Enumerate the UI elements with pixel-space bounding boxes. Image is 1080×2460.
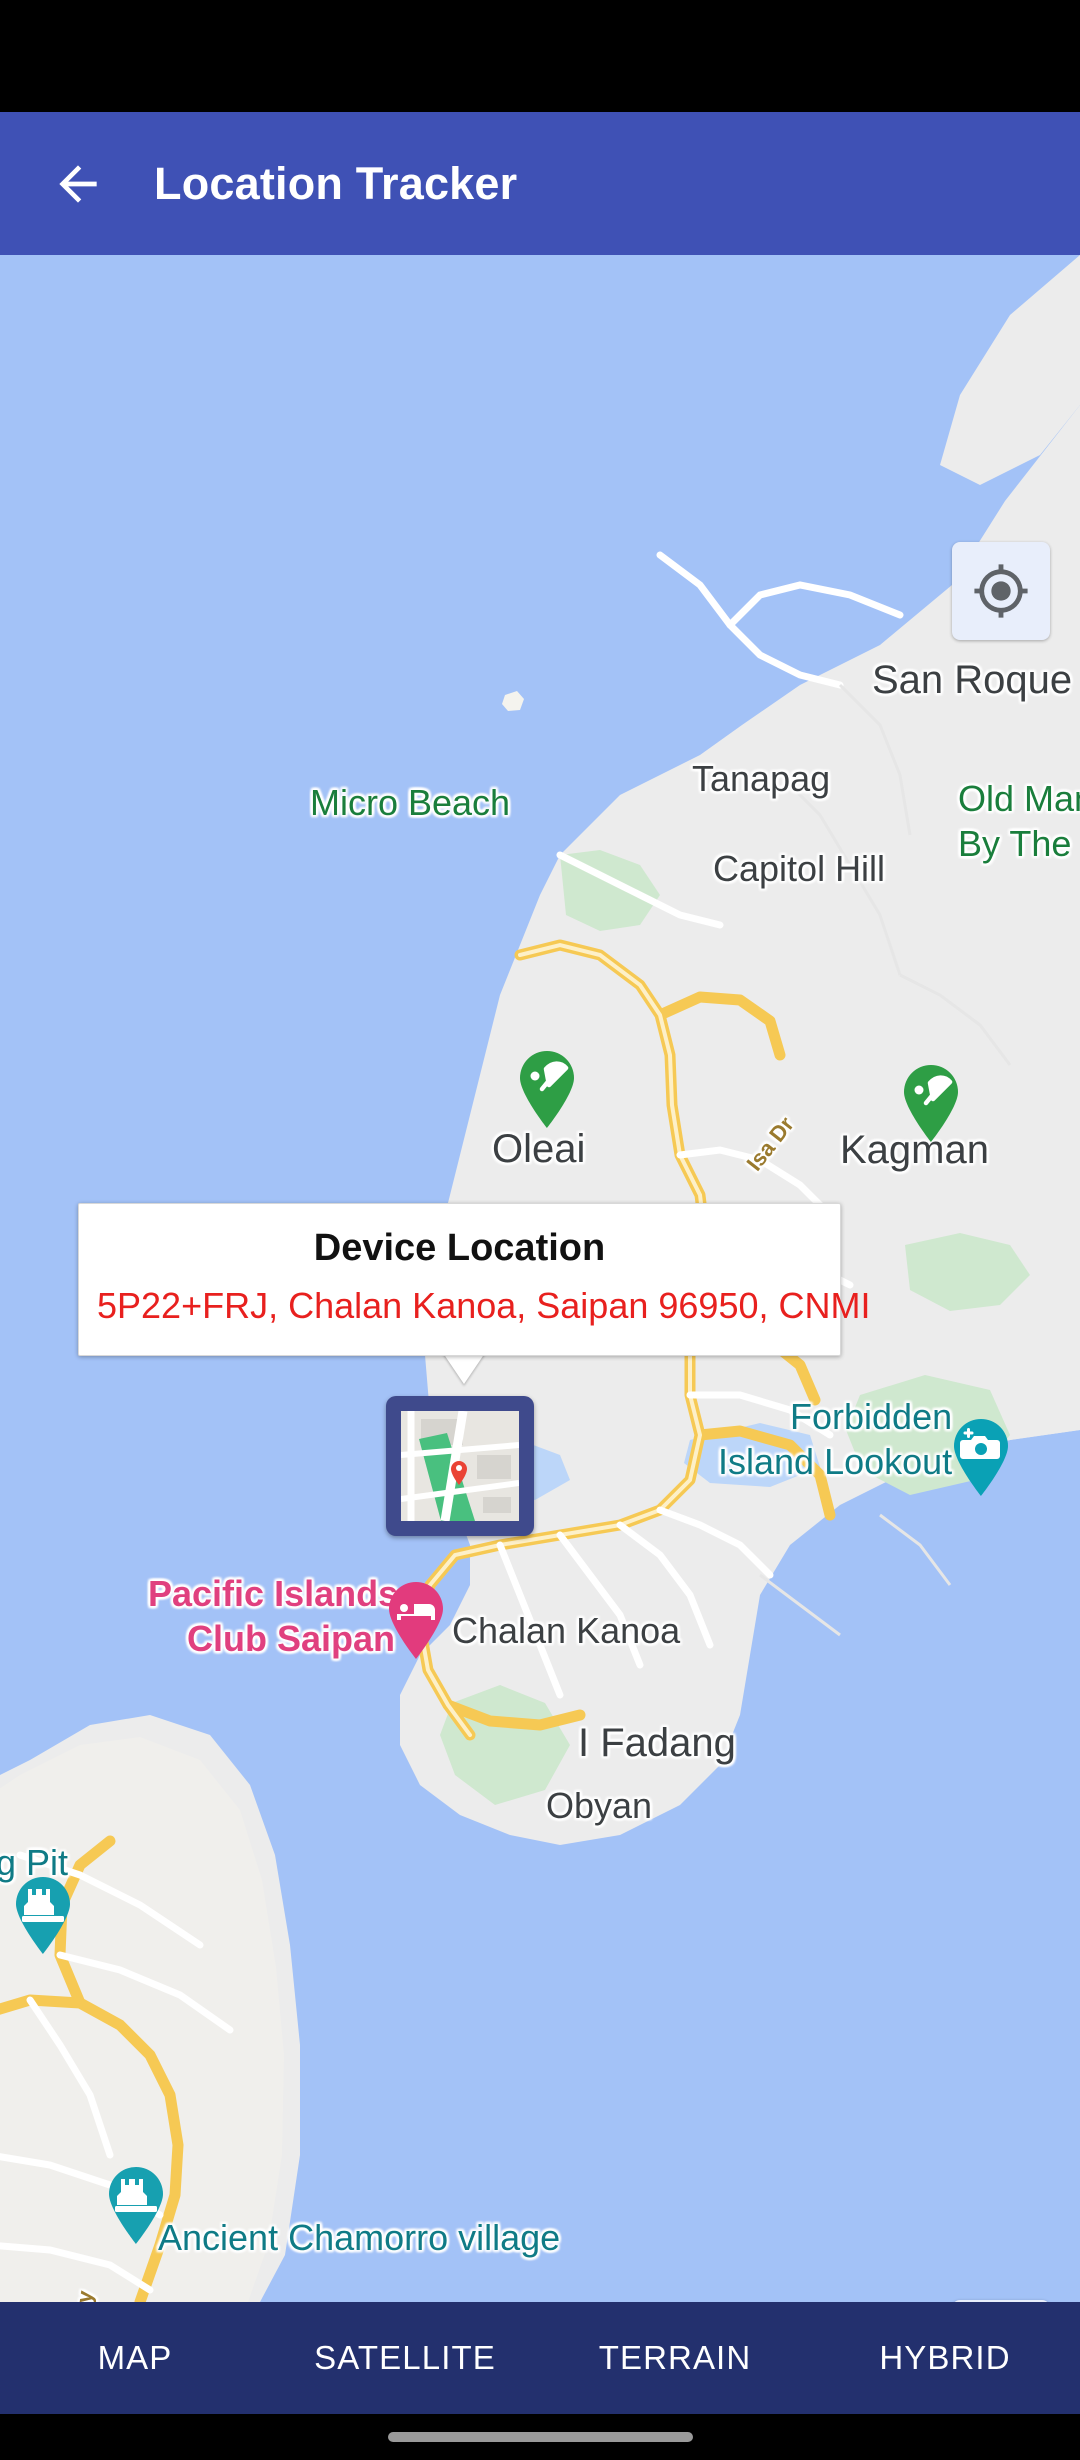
phone-screen: Location Tracker San Roque Tanapag Capit… xyxy=(0,0,1080,2460)
tab-satellite[interactable]: SATELLITE xyxy=(270,2339,540,2377)
device-thumbnail xyxy=(401,1411,519,1521)
my-location-button[interactable] xyxy=(952,542,1050,640)
map-type-tabbar: MAP SATELLITE TERRAIN HYBRID xyxy=(0,2302,1080,2414)
camera-pin[interactable] xyxy=(950,1417,1012,1497)
status-bar xyxy=(0,0,1080,112)
monument-pin[interactable] xyxy=(105,2165,167,2245)
tab-hybrid[interactable]: HYBRID xyxy=(810,2339,1080,2377)
tab-terrain[interactable]: TERRAIN xyxy=(540,2339,810,2377)
beach-umbrella-icon xyxy=(904,1064,958,1142)
app-bar: Location Tracker xyxy=(0,112,1080,255)
beach-umbrella-icon xyxy=(520,1050,574,1128)
castle-icon xyxy=(15,1876,70,1954)
hotel-bed-pin[interactable] xyxy=(385,1580,447,1660)
map-canvas[interactable]: San Roque Tanapag Capitol Hill Micro Bea… xyxy=(0,255,1080,2302)
tab-map[interactable]: MAP xyxy=(0,2339,270,2377)
page-title: Location Tracker xyxy=(154,157,518,209)
beach-umbrella-pin[interactable] xyxy=(900,1063,962,1143)
info-window[interactable]: Device Location 5P22+FRJ, Chalan Kanoa, … xyxy=(78,1203,871,1357)
back-button[interactable] xyxy=(30,136,126,232)
my-location-icon xyxy=(974,564,1028,618)
device-location-marker[interactable] xyxy=(386,1396,534,1536)
monument-pin[interactable] xyxy=(12,1875,74,1955)
info-window-snippet: 5P22+FRJ, Chalan Kanoa, Saipan 96950, CN… xyxy=(97,1284,871,1326)
system-navigation-bar xyxy=(0,2414,1080,2460)
beach-umbrella-pin[interactable] xyxy=(516,1049,578,1129)
arrow-left-icon xyxy=(59,164,97,203)
mini-map-thumbnail xyxy=(401,1411,519,1521)
castle-icon xyxy=(109,2166,163,2244)
bed-icon xyxy=(389,1581,443,1659)
camera-icon xyxy=(954,1418,1008,1496)
info-window-title: Device Location xyxy=(313,1227,606,1269)
home-gesture-pill[interactable] xyxy=(387,2432,693,2442)
